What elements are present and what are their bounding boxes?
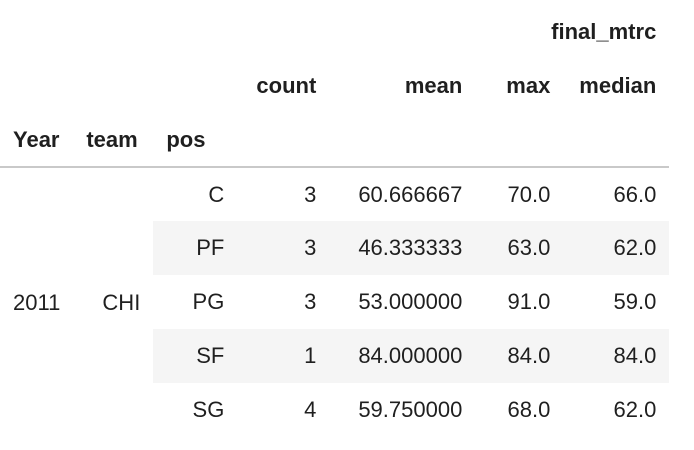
cell-max: 63.0 xyxy=(475,221,564,275)
header-row-columns: count mean max median xyxy=(0,59,669,113)
column-header-max: max xyxy=(506,73,551,98)
cell-max: 91.0 xyxy=(507,289,551,314)
cell-count: 3 xyxy=(237,221,330,275)
cell-mean: 84.000000 xyxy=(329,329,476,383)
header-row-group: final_mtrc xyxy=(0,5,669,59)
table-row: 2011 CHI C 3 60.666667 70.0 66.0 xyxy=(0,167,669,315)
table-body: 2011 CHI C 3 60.666667 70.0 66.0 PF 3 46… xyxy=(0,167,670,437)
header-blank-cell xyxy=(153,5,237,59)
header-blank-cell xyxy=(153,59,237,113)
dataframe-table: final_mtrc count mean max median Year te… xyxy=(0,5,670,437)
column-header-mean: mean xyxy=(404,73,463,98)
cell-count: 3 xyxy=(304,181,317,207)
header-blank-cell xyxy=(73,5,153,59)
index-cell-year: 2011 xyxy=(13,289,61,315)
cell-mean: 60.666667 xyxy=(358,181,463,207)
header-blank-cell xyxy=(73,59,153,113)
cell-max: 68.0 xyxy=(507,397,551,422)
cell-median: 62.0 xyxy=(613,397,657,422)
index-name-pos: pos xyxy=(153,113,238,168)
cell-median: 62.0 xyxy=(563,221,670,275)
table-header: final_mtrc count mean max median Year te… xyxy=(0,5,670,168)
index-cell-pos: PG xyxy=(192,289,225,314)
cell-mean: 46.333333 xyxy=(329,221,476,275)
cell-mean: 59.750000 xyxy=(358,397,463,422)
cell-count: 1 xyxy=(237,329,330,383)
index-cell-pos: SF xyxy=(153,329,238,383)
header-blank-cell xyxy=(475,113,564,168)
cell-max: 84.0 xyxy=(475,329,564,383)
index-cell-team: CHI xyxy=(102,289,141,315)
cell-max: 70.0 xyxy=(507,181,551,207)
cell-median: 84.0 xyxy=(563,329,670,383)
cell-mean: 53.000000 xyxy=(358,289,463,314)
cell-median: 59.0 xyxy=(613,289,657,314)
index-cell-pos: C xyxy=(208,181,225,207)
header-row-index-names: Year team pos xyxy=(0,113,670,168)
index-cell-pos: SG xyxy=(192,397,225,422)
cell-median: 66.0 xyxy=(613,181,657,207)
header-blank-cell xyxy=(0,5,73,59)
index-cell-pos: PF xyxy=(153,221,238,275)
dataframe-output: final_mtrc count mean max median Year te… xyxy=(0,0,694,450)
column-header-count: count xyxy=(256,73,317,98)
header-blank-cell xyxy=(237,113,330,168)
cell-count: 4 xyxy=(304,397,317,422)
index-name-team: team xyxy=(73,113,154,168)
header-blank-cell xyxy=(329,113,476,168)
column-header-median: median xyxy=(579,73,657,98)
header-blank-cell xyxy=(0,59,73,113)
cell-count: 3 xyxy=(304,289,317,314)
column-group-header: final_mtrc xyxy=(551,19,657,44)
index-name-year: Year xyxy=(0,113,74,168)
header-blank-cell xyxy=(563,113,670,168)
